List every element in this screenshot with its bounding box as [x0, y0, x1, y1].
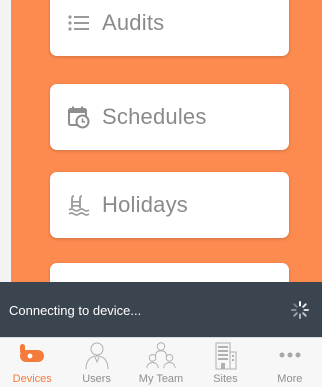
user-icon	[81, 340, 113, 370]
menu-item-label: Schedules	[102, 104, 207, 129]
menu-item-label: Audits	[102, 10, 165, 35]
tab-devices[interactable]: Devices	[0, 338, 64, 387]
app-screen: Audits Schedules Holidays Connecting to …	[0, 0, 322, 387]
spinner-icon	[290, 300, 310, 320]
left-edge-strip	[0, 0, 11, 282]
tab-label: Devices	[12, 373, 52, 385]
menu-item-schedules[interactable]: Schedules	[50, 84, 289, 150]
tab-label: Sites	[213, 373, 238, 385]
calendar-clock-icon	[66, 104, 92, 130]
building-icon	[209, 340, 241, 370]
status-message: Connecting to device...	[9, 303, 142, 318]
tab-label: More	[277, 373, 303, 385]
more-dots-icon	[274, 340, 306, 370]
team-icon	[145, 340, 177, 370]
menu-item-holidays[interactable]: Holidays	[50, 172, 289, 238]
menu-item-label: Holidays	[102, 192, 188, 217]
tab-label: My Team	[138, 373, 184, 385]
connection-status-bar: Connecting to device...	[0, 282, 322, 337]
holiday-pool-icon	[66, 192, 92, 218]
tab-label: Users	[82, 373, 111, 385]
tab-more[interactable]: More	[258, 338, 322, 387]
tab-sites[interactable]: Sites	[193, 338, 257, 387]
list-icon	[66, 10, 92, 36]
menu-item-audits[interactable]: Audits	[50, 0, 289, 56]
tab-my-team[interactable]: My Team	[129, 338, 193, 387]
tab-users[interactable]: Users	[64, 338, 128, 387]
device-lock-icon	[16, 340, 48, 370]
bottom-tab-bar: Devices Users My Team Sites More	[0, 337, 322, 387]
